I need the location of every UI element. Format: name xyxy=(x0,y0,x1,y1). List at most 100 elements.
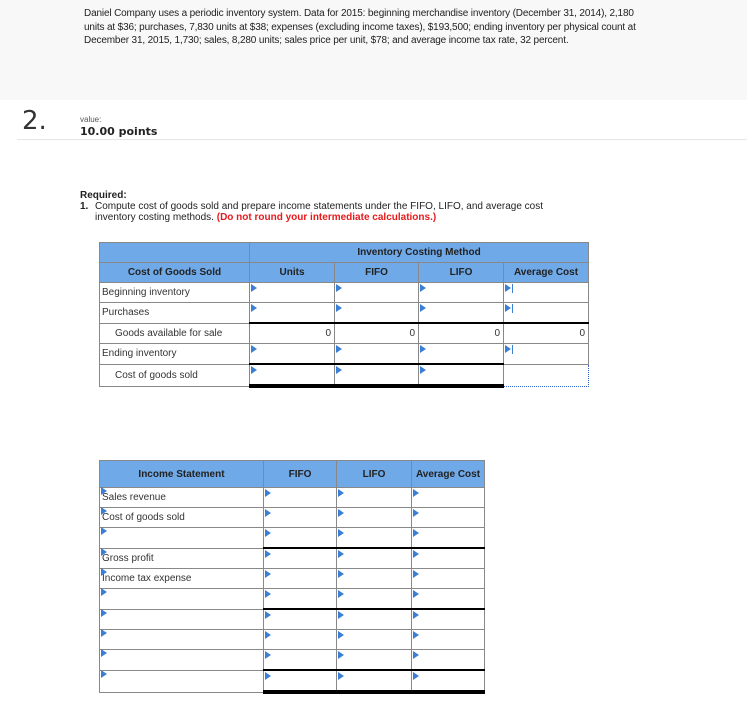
instruction-line-2: inventory costing methods. xyxy=(95,212,214,223)
average-cost-input[interactable] xyxy=(411,608,485,630)
table-row: Cost of goods sold xyxy=(99,507,485,528)
average-cost-input[interactable] xyxy=(411,588,485,610)
average-cost-input[interactable] xyxy=(502,343,590,365)
row-label-input[interactable] xyxy=(99,527,264,549)
lifo-input[interactable] xyxy=(418,302,504,324)
input-marker-icon xyxy=(265,509,271,517)
lifo-input[interactable] xyxy=(336,507,412,528)
input-marker-icon xyxy=(251,366,257,374)
input-marker-icon xyxy=(265,590,271,598)
table-row xyxy=(99,649,485,671)
header-lifo: LIFO xyxy=(336,460,412,488)
table-row: Income tax expense xyxy=(99,568,485,589)
fifo-input[interactable] xyxy=(334,363,419,388)
table-row: Beginning inventory xyxy=(99,282,590,303)
fifo-input[interactable] xyxy=(334,343,419,365)
table-row: Ending inventory xyxy=(99,343,590,365)
row-label-input[interactable]: Gross profit xyxy=(99,547,264,569)
header-income-statement: Income Statement xyxy=(99,460,264,488)
average-cost-input[interactable] xyxy=(411,568,485,589)
fifo-input[interactable] xyxy=(263,649,337,671)
input-marker-icon xyxy=(413,672,419,680)
input-marker-icon xyxy=(338,631,344,639)
average-cost-input[interactable] xyxy=(502,302,590,324)
average-cost-input[interactable] xyxy=(411,629,485,650)
lifo-input[interactable] xyxy=(336,649,412,671)
fifo-input[interactable] xyxy=(263,669,337,694)
question-number: 2. xyxy=(22,106,47,136)
input-marker-icon xyxy=(413,590,419,598)
fifo-input[interactable] xyxy=(263,547,337,569)
input-marker-icon xyxy=(338,529,344,537)
units-input[interactable] xyxy=(249,363,335,388)
fifo-input[interactable] xyxy=(263,527,337,549)
lifo-input[interactable] xyxy=(418,363,504,388)
row-label-input[interactable] xyxy=(99,608,264,630)
row-label-input[interactable] xyxy=(99,649,264,671)
fifo-input[interactable] xyxy=(263,568,337,589)
lifo-input[interactable] xyxy=(336,487,412,508)
units-input[interactable] xyxy=(249,302,335,324)
row-label-input[interactable] xyxy=(99,669,264,693)
units-input[interactable] xyxy=(249,282,335,303)
lifo-input[interactable] xyxy=(336,568,412,589)
input-marker-icon xyxy=(265,570,271,578)
row-label-input[interactable] xyxy=(99,588,264,610)
cost-of-goods-sold-table: Inventory Costing Method Cost of Goods S… xyxy=(99,242,590,388)
header-lifo: LIFO xyxy=(418,262,504,283)
fifo-input[interactable] xyxy=(263,507,337,528)
input-marker-icon xyxy=(101,487,107,495)
input-marker-icon xyxy=(420,284,426,292)
input-marker-icon xyxy=(101,669,107,678)
input-marker-icon xyxy=(413,529,419,537)
row-label-input[interactable]: Cost of goods sold xyxy=(99,507,264,528)
lifo-input[interactable] xyxy=(418,343,504,365)
average-cost-input[interactable] xyxy=(411,507,485,528)
text-cursor-icon xyxy=(512,284,513,293)
input-marker-icon xyxy=(101,547,107,556)
fifo-input[interactable] xyxy=(263,588,337,610)
row-label-input[interactable]: Income tax expense xyxy=(99,568,264,589)
input-marker-icon xyxy=(338,489,344,497)
average-cost-input[interactable] xyxy=(411,669,485,694)
input-marker-icon xyxy=(413,509,419,517)
row-label-input[interactable] xyxy=(99,629,264,650)
fifo-input[interactable] xyxy=(334,302,419,324)
average-cost-input[interactable] xyxy=(411,547,485,569)
table-row xyxy=(99,669,485,694)
input-marker-icon xyxy=(413,631,419,639)
fifo-input[interactable] xyxy=(263,487,337,508)
fifo-input[interactable] xyxy=(263,629,337,650)
input-marker-icon xyxy=(338,611,344,619)
input-marker-icon xyxy=(101,507,107,515)
average-cost-input[interactable] xyxy=(411,487,485,508)
lifo-input[interactable] xyxy=(418,282,504,303)
input-marker-icon xyxy=(265,651,271,659)
fifo-input[interactable] xyxy=(263,608,337,630)
fifo-input[interactable] xyxy=(334,282,419,303)
inventory-costing-method-header: Inventory Costing Method xyxy=(248,242,590,263)
income-statement-table: Income Statement FIFO LIFO Average Cost … xyxy=(99,460,485,694)
row-label-input[interactable]: Sales revenue xyxy=(99,487,264,508)
table-row: Cost of goods sold xyxy=(99,363,590,388)
average-cost-input[interactable] xyxy=(411,527,485,549)
input-marker-icon xyxy=(265,489,271,497)
average-cost-input: 0 xyxy=(502,322,590,344)
lifo-input[interactable] xyxy=(336,669,412,694)
average-cost-input[interactable] xyxy=(411,649,485,671)
average-cost-input[interactable] xyxy=(502,363,590,387)
divider xyxy=(17,139,747,140)
input-marker-icon xyxy=(101,629,107,637)
units-input[interactable] xyxy=(249,343,335,365)
lifo-input[interactable] xyxy=(336,588,412,610)
input-marker-icon xyxy=(420,366,426,374)
lifo-input[interactable] xyxy=(336,608,412,630)
instruction-line-1: Compute cost of goods sold and prepare i… xyxy=(95,201,544,212)
average-cost-input[interactable] xyxy=(502,282,590,303)
input-marker-icon xyxy=(413,550,419,558)
lifo-input[interactable] xyxy=(336,629,412,650)
lifo-input[interactable] xyxy=(336,547,412,569)
row-label: Ending inventory xyxy=(99,343,250,365)
lifo-input[interactable] xyxy=(336,527,412,549)
value-label: value: xyxy=(80,115,102,124)
